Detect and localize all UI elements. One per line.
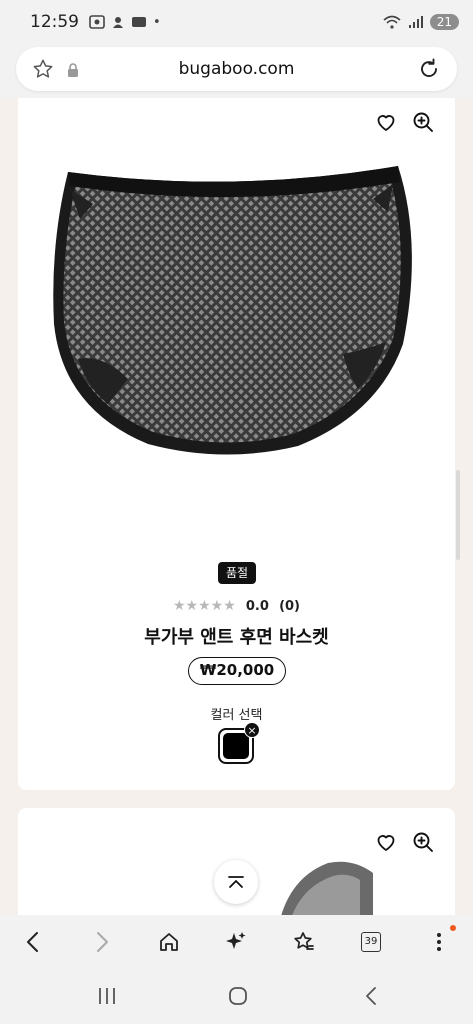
signal-icon xyxy=(408,16,423,28)
sold-out-badge: 품절 xyxy=(218,562,256,584)
product-title[interactable]: 부가부 앤트 후면 바스켓 xyxy=(18,623,455,649)
home-button[interactable] xyxy=(155,928,183,956)
battery-indicator: 21 xyxy=(429,14,459,30)
heart-icon xyxy=(377,115,395,131)
system-back-button[interactable] xyxy=(358,983,384,1009)
zoom-in-icon xyxy=(413,832,433,852)
product-price: ₩20,000 xyxy=(188,657,286,685)
back-icon xyxy=(27,932,38,952)
recent-apps-button[interactable] xyxy=(94,983,120,1009)
status-time: 12:59 xyxy=(30,12,79,32)
swatch-fill xyxy=(223,733,249,759)
swatch-unavailable-icon: × xyxy=(244,722,260,738)
status-notification-icons: • xyxy=(89,15,161,30)
system-navigation-bar xyxy=(0,969,473,1024)
system-back-icon xyxy=(366,987,376,1005)
chevron-up-icon xyxy=(228,876,244,888)
zoom-button[interactable] xyxy=(411,110,435,134)
scroll-to-top-button[interactable] xyxy=(214,860,258,904)
rating-value: 0.0 xyxy=(245,599,269,614)
more-icon xyxy=(437,933,441,951)
reload-button[interactable] xyxy=(417,57,441,85)
address-bar[interactable]: bugaboo.com xyxy=(16,47,457,91)
reload-icon xyxy=(421,58,437,77)
back-button[interactable] xyxy=(19,928,47,956)
screenshot-icon xyxy=(89,15,105,29)
color-select-label: 컬러 선택 xyxy=(210,708,263,723)
recent-apps-icon xyxy=(99,988,115,1004)
heart-icon xyxy=(377,835,395,851)
home-nav-button[interactable] xyxy=(225,983,251,1009)
bookmarks-icon xyxy=(294,932,314,950)
forward-icon xyxy=(97,932,108,952)
zoom-in-icon xyxy=(413,112,433,132)
wallet-icon xyxy=(132,17,146,27)
forward-button[interactable] xyxy=(88,928,116,956)
color-swatch-black[interactable]: × xyxy=(218,722,260,764)
review-count[interactable]: (0) xyxy=(279,599,300,614)
status-right: 21 xyxy=(382,14,459,30)
product-card[interactable]: 품절 ★★★★★ 0.0 (0) 부가부 앤트 후면 바스켓 ₩20,000 컬… xyxy=(18,98,455,790)
app-notification-icon xyxy=(113,17,123,28)
wishlist-button[interactable] xyxy=(374,110,398,134)
tabs-icon: 39 xyxy=(364,936,378,947)
url-text: bugaboo.com xyxy=(178,59,295,79)
wifi-icon xyxy=(383,15,401,29)
sparkle-icon xyxy=(226,932,246,949)
home-icon xyxy=(160,933,178,951)
rating-row: ★★★★★ 0.0 (0) xyxy=(18,598,455,614)
wishlist-button-2[interactable] xyxy=(374,830,398,854)
more-menu-button[interactable] xyxy=(425,928,453,956)
home-circle-icon xyxy=(229,987,247,1005)
page-scrollbar[interactable] xyxy=(456,470,460,560)
more-notifications-dot: • xyxy=(153,14,161,30)
menu-notification-dot xyxy=(450,925,456,931)
ai-assistant-button[interactable] xyxy=(222,928,250,956)
zoom-button-2[interactable] xyxy=(411,830,435,854)
bookmarks-button[interactable] xyxy=(290,928,318,956)
status-bar: 12:59 • 21 xyxy=(0,0,473,44)
product-image[interactable] xyxy=(48,154,418,464)
rating-stars: ★★★★★ xyxy=(172,598,236,614)
browser-toolbar: 39 xyxy=(0,915,473,969)
tabs-button[interactable]: 39 xyxy=(361,932,381,952)
address-bar-area: bugaboo.com xyxy=(0,44,473,98)
